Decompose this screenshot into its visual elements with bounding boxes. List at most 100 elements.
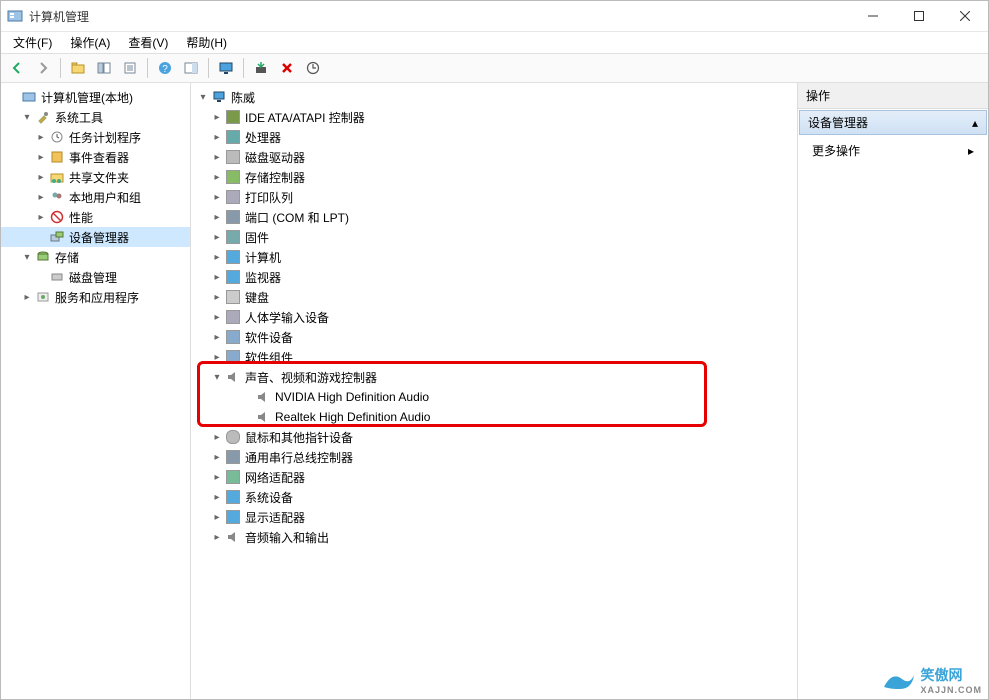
chevron-right-icon[interactable]: ▸ xyxy=(33,212,49,223)
storage-ctrl-icon xyxy=(225,169,241,185)
device-tree[interactable]: ▾ 陈威 ▸IDE ATA/ATAPI 控制器 ▸处理器 ▸磁盘驱动器 ▸存储控… xyxy=(191,83,798,699)
tree-local-users[interactable]: ▸ 本地用户和组 xyxy=(1,187,190,207)
chevron-right-icon[interactable]: ▸ xyxy=(209,212,225,223)
tree-label: 设备管理器 xyxy=(69,229,129,246)
menu-view[interactable]: 查看(V) xyxy=(120,32,176,53)
tree-services[interactable]: ▸ 服务和应用程序 xyxy=(1,287,190,307)
chevron-right-icon[interactable]: ▸ xyxy=(209,292,225,303)
device-usb[interactable]: ▸通用串行总线控制器 xyxy=(191,447,797,467)
chevron-right-icon[interactable]: ▸ xyxy=(209,512,225,523)
device-ide[interactable]: ▸IDE ATA/ATAPI 控制器 xyxy=(191,107,797,127)
device-software-dev[interactable]: ▸ 软件设备 xyxy=(191,327,797,347)
chevron-right-icon[interactable]: ▸ xyxy=(33,172,49,183)
console-tree[interactable]: 计算机管理(本地) ▾ 系统工具 ▸ 任务计划程序 ▸ 事件查看器 ▸ 共享文件… xyxy=(1,83,191,699)
device-monitor[interactable]: ▸监视器 xyxy=(191,267,797,287)
device-audio-io[interactable]: ▸音频输入和输出 xyxy=(191,527,797,547)
chevron-right-icon[interactable]: ▸ xyxy=(209,312,225,323)
menu-action[interactable]: 操作(A) xyxy=(62,32,118,53)
chevron-right-icon[interactable]: ▸ xyxy=(33,152,49,163)
chevron-right-icon[interactable]: ▸ xyxy=(209,492,225,503)
chevron-down-icon[interactable]: ▾ xyxy=(209,372,225,383)
device-display[interactable]: ▸ 显示适配器 xyxy=(191,507,797,527)
tree-task-scheduler[interactable]: ▸ 任务计划程序 xyxy=(1,127,190,147)
tree-label: 性能 xyxy=(69,209,93,226)
device-mouse[interactable]: ▸ 鼠标和其他指针设备 xyxy=(191,427,797,447)
device-print[interactable]: ▸打印队列 xyxy=(191,187,797,207)
device-firmware[interactable]: ▸固件 xyxy=(191,227,797,247)
close-button[interactable] xyxy=(942,1,988,31)
chevron-right-icon[interactable]: ▸ xyxy=(209,152,225,163)
chevron-right-icon[interactable]: ▸ xyxy=(209,532,225,543)
device-label: 端口 (COM 和 LPT) xyxy=(245,209,349,226)
device-realtek-audio[interactable]: Realtek High Definition Audio xyxy=(191,407,797,427)
event-icon xyxy=(49,149,65,165)
properties-button[interactable] xyxy=(118,56,142,80)
back-button[interactable] xyxy=(5,56,29,80)
chevron-right-icon[interactable]: ▸ xyxy=(209,472,225,483)
chevron-right-icon[interactable]: ▸ xyxy=(19,292,35,303)
chevron-right-icon[interactable]: ▸ xyxy=(33,132,49,143)
device-system[interactable]: ▸系统设备 xyxy=(191,487,797,507)
chevron-right-icon[interactable]: ▸ xyxy=(209,352,225,363)
monitor-icon[interactable] xyxy=(214,56,238,80)
menu-file[interactable]: 文件(F) xyxy=(5,32,60,53)
device-keyboard[interactable]: ▸键盘 xyxy=(191,287,797,307)
chevron-down-icon[interactable]: ▾ xyxy=(19,112,35,123)
help-button[interactable]: ? xyxy=(153,56,177,80)
chevron-right-icon[interactable]: ▸ xyxy=(209,232,225,243)
device-label: 计算机 xyxy=(245,249,281,266)
device-disk[interactable]: ▸磁盘驱动器 xyxy=(191,147,797,167)
tree-label: 存储 xyxy=(55,249,79,266)
update-driver-button[interactable] xyxy=(301,56,325,80)
more-actions[interactable]: 更多操作 ▸ xyxy=(798,136,988,165)
tree-performance[interactable]: ▸ 性能 xyxy=(1,207,190,227)
chevron-right-icon[interactable]: ▸ xyxy=(209,172,225,183)
device-sound[interactable]: ▾声音、视频和游戏控制器 xyxy=(191,367,797,387)
software-icon xyxy=(225,329,241,345)
chevron-right-icon[interactable]: ▸ xyxy=(209,332,225,343)
window-title: 计算机管理 xyxy=(29,8,850,25)
chevron-down-icon[interactable]: ▾ xyxy=(19,252,35,263)
action-pane-button[interactable] xyxy=(179,56,203,80)
collapse-icon[interactable]: ▴ xyxy=(972,116,978,130)
device-ports[interactable]: ▸ 端口 (COM 和 LPT) xyxy=(191,207,797,227)
chevron-down-icon[interactable]: ▾ xyxy=(195,92,211,103)
tree-event-viewer[interactable]: ▸ 事件查看器 xyxy=(1,147,190,167)
tree-storage[interactable]: ▾ 存储 xyxy=(1,247,190,267)
minimize-button[interactable] xyxy=(850,1,896,31)
chevron-right-icon[interactable]: ▸ xyxy=(209,132,225,143)
forward-button[interactable] xyxy=(31,56,55,80)
show-hide-tree-button[interactable] xyxy=(92,56,116,80)
chevron-right-icon[interactable]: ▸ xyxy=(209,272,225,283)
device-network[interactable]: ▸网络适配器 xyxy=(191,467,797,487)
menu-help[interactable]: 帮助(H) xyxy=(178,32,235,53)
device-computer[interactable]: ▸ 计算机 xyxy=(191,247,797,267)
device-storage[interactable]: ▸存储控制器 xyxy=(191,167,797,187)
chevron-right-icon[interactable]: ▸ xyxy=(209,252,225,263)
device-label: 鼠标和其他指针设备 xyxy=(245,429,353,446)
scan-hardware-button[interactable] xyxy=(249,56,273,80)
device-software-comp[interactable]: ▸软件组件 xyxy=(191,347,797,367)
tree-disk-mgmt[interactable]: 磁盘管理 xyxy=(1,267,190,287)
tree-shared-folders[interactable]: ▸ 共享文件夹 xyxy=(1,167,190,187)
tree-device-manager[interactable]: 设备管理器 xyxy=(1,227,190,247)
device-root[interactable]: ▾ 陈威 xyxy=(191,87,797,107)
chevron-right-icon[interactable]: ▸ xyxy=(209,432,225,443)
maximize-button[interactable] xyxy=(896,1,942,31)
device-nvidia-audio[interactable]: NVIDIA High Definition Audio xyxy=(191,387,797,407)
device-hid[interactable]: ▸人体学输入设备 xyxy=(191,307,797,327)
up-folder-button[interactable] xyxy=(66,56,90,80)
uninstall-button[interactable] xyxy=(275,56,299,80)
chevron-right-icon[interactable]: ▸ xyxy=(209,112,225,123)
tree-root[interactable]: 计算机管理(本地) xyxy=(1,87,190,107)
chevron-right-icon[interactable]: ▸ xyxy=(33,192,49,203)
actions-section[interactable]: 设备管理器 ▴ xyxy=(799,110,987,135)
chevron-right-icon[interactable]: ▸ xyxy=(209,452,225,463)
device-label: 显示适配器 xyxy=(245,509,305,526)
chevron-right-icon[interactable]: ▸ xyxy=(209,192,225,203)
device-cpu[interactable]: ▸处理器 xyxy=(191,127,797,147)
device-label: 软件设备 xyxy=(245,329,293,346)
tree-system-tools[interactable]: ▾ 系统工具 xyxy=(1,107,190,127)
performance-icon xyxy=(49,209,65,225)
separator xyxy=(60,58,61,78)
